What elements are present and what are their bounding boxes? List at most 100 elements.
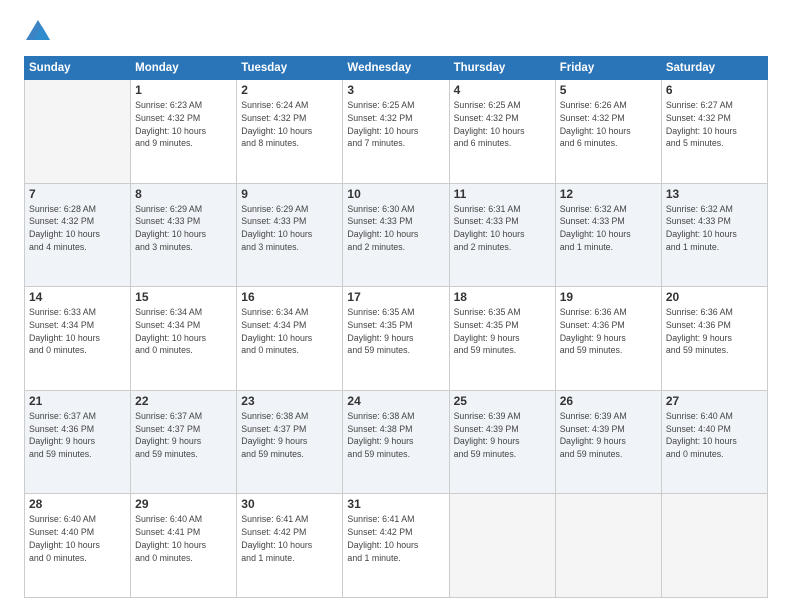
calendar-cell: 7 Sunrise: 6:28 AMSunset: 4:32 PMDaylight… [25,183,131,287]
day-info: Sunrise: 6:27 AMSunset: 4:32 PMDaylight:… [666,99,763,150]
day-info: Sunrise: 6:36 AMSunset: 4:36 PMDaylight:… [560,306,657,357]
calendar-cell: 2Sunrise: 6:24 AMSunset: 4:32 PMDaylight… [237,80,343,184]
day-info: Sunrise: 6:37 AMSunset: 4:36 PMDaylight:… [29,410,126,461]
calendar-week-row: 28 Sunrise: 6:40 AMSunset: 4:40 PMDayligh… [25,494,768,598]
calendar-cell: 14 Sunrise: 6:33 AMSunset: 4:34 PMDayligh… [25,287,131,391]
day-number: 7 [29,187,126,201]
calendar-cell: 13 Sunrise: 6:32 AMSunset: 4:33 PMDayligh… [661,183,767,287]
calendar-week-row: 7 Sunrise: 6:28 AMSunset: 4:32 PMDaylight… [25,183,768,287]
day-info: Sunrise: 6:32 AMSunset: 4:33 PMDaylight:… [560,203,657,254]
day-number: 6 [666,83,763,97]
day-number: 21 [29,394,126,408]
day-number: 26 [560,394,657,408]
day-info: Sunrise: 6:30 AMSunset: 4:33 PMDaylight:… [347,203,444,254]
calendar-week-row: 21 Sunrise: 6:37 AMSunset: 4:36 PMDayligh… [25,390,768,494]
calendar-cell [25,80,131,184]
day-number: 9 [241,187,338,201]
calendar-cell: 11 Sunrise: 6:31 AMSunset: 4:33 PMDayligh… [449,183,555,287]
calendar-cell: 31 Sunrise: 6:41 AMSunset: 4:42 PMDayligh… [343,494,449,598]
day-info: Sunrise: 6:28 AMSunset: 4:32 PMDaylight:… [29,203,126,254]
calendar-header-row: SundayMondayTuesdayWednesdayThursdayFrid… [25,57,768,80]
day-number: 12 [560,187,657,201]
day-info: Sunrise: 6:26 AMSunset: 4:32 PMDaylight:… [560,99,657,150]
calendar-cell: 28 Sunrise: 6:40 AMSunset: 4:40 PMDayligh… [25,494,131,598]
day-info: Sunrise: 6:23 AMSunset: 4:32 PMDaylight:… [135,99,232,150]
day-header-tuesday: Tuesday [237,57,343,80]
day-number: 19 [560,290,657,304]
logo-icon [24,18,52,46]
day-info: Sunrise: 6:40 AMSunset: 4:41 PMDaylight:… [135,513,232,564]
day-info: Sunrise: 6:34 AMSunset: 4:34 PMDaylight:… [241,306,338,357]
calendar-cell: 6 Sunrise: 6:27 AMSunset: 4:32 PMDaylight… [661,80,767,184]
calendar-cell: 24 Sunrise: 6:38 AMSunset: 4:38 PMDayligh… [343,390,449,494]
day-number: 17 [347,290,444,304]
calendar-cell [555,494,661,598]
calendar-cell: 16 Sunrise: 6:34 AMSunset: 4:34 PMDayligh… [237,287,343,391]
day-header-saturday: Saturday [661,57,767,80]
day-info: Sunrise: 6:37 AMSunset: 4:37 PMDaylight:… [135,410,232,461]
day-info: Sunrise: 6:29 AMSunset: 4:33 PMDaylight:… [135,203,232,254]
day-info: Sunrise: 6:38 AMSunset: 4:37 PMDaylight:… [241,410,338,461]
day-info: Sunrise: 6:25 AMSunset: 4:32 PMDaylight:… [347,99,444,150]
day-number: 4 [454,83,551,97]
day-number: 22 [135,394,232,408]
calendar-week-row: 14 Sunrise: 6:33 AMSunset: 4:34 PMDayligh… [25,287,768,391]
day-number: 16 [241,290,338,304]
day-info: Sunrise: 6:41 AMSunset: 4:42 PMDaylight:… [241,513,338,564]
day-info: Sunrise: 6:39 AMSunset: 4:39 PMDaylight:… [560,410,657,461]
calendar-cell: 21 Sunrise: 6:37 AMSunset: 4:36 PMDayligh… [25,390,131,494]
day-number: 14 [29,290,126,304]
day-header-friday: Friday [555,57,661,80]
day-number: 13 [666,187,763,201]
day-number: 18 [454,290,551,304]
day-number: 25 [454,394,551,408]
day-number: 5 [560,83,657,97]
day-number: 15 [135,290,232,304]
day-number: 3 [347,83,444,97]
day-number: 31 [347,497,444,511]
calendar-cell: 4Sunrise: 6:25 AMSunset: 4:32 PMDaylight… [449,80,555,184]
day-header-wednesday: Wednesday [343,57,449,80]
calendar-cell: 8 Sunrise: 6:29 AMSunset: 4:33 PMDaylight… [131,183,237,287]
day-number: 24 [347,394,444,408]
day-number: 23 [241,394,338,408]
calendar-cell: 30Sunrise: 6:41 AMSunset: 4:42 PMDayligh… [237,494,343,598]
calendar-cell: 9Sunrise: 6:29 AMSunset: 4:33 PMDaylight… [237,183,343,287]
day-number: 1 [135,83,232,97]
calendar-cell: 23 Sunrise: 6:38 AMSunset: 4:37 PMDayligh… [237,390,343,494]
day-header-monday: Monday [131,57,237,80]
day-number: 10 [347,187,444,201]
day-header-thursday: Thursday [449,57,555,80]
day-number: 28 [29,497,126,511]
calendar-table: SundayMondayTuesdayWednesdayThursdayFrid… [24,56,768,598]
day-info: Sunrise: 6:36 AMSunset: 4:36 PMDaylight:… [666,306,763,357]
day-header-sunday: Sunday [25,57,131,80]
day-number: 20 [666,290,763,304]
page: SundayMondayTuesdayWednesdayThursdayFrid… [0,0,792,612]
day-number: 8 [135,187,232,201]
day-info: Sunrise: 6:41 AMSunset: 4:42 PMDaylight:… [347,513,444,564]
calendar-cell: 10 Sunrise: 6:30 AMSunset: 4:33 PMDayligh… [343,183,449,287]
calendar-cell: 12 Sunrise: 6:32 AMSunset: 4:33 PMDayligh… [555,183,661,287]
calendar-cell: 25Sunrise: 6:39 AMSunset: 4:39 PMDayligh… [449,390,555,494]
calendar-cell: 20 Sunrise: 6:36 AMSunset: 4:36 PMDayligh… [661,287,767,391]
calendar-cell: 18 Sunrise: 6:35 AMSunset: 4:35 PMDayligh… [449,287,555,391]
day-info: Sunrise: 6:24 AMSunset: 4:32 PMDaylight:… [241,99,338,150]
day-info: Sunrise: 6:40 AMSunset: 4:40 PMDaylight:… [29,513,126,564]
day-number: 11 [454,187,551,201]
calendar-cell: 19 Sunrise: 6:36 AMSunset: 4:36 PMDayligh… [555,287,661,391]
day-number: 29 [135,497,232,511]
calendar-week-row: 1 Sunrise: 6:23 AMSunset: 4:32 PMDaylight… [25,80,768,184]
day-info: Sunrise: 6:40 AMSunset: 4:40 PMDaylight:… [666,410,763,461]
calendar-cell: 1 Sunrise: 6:23 AMSunset: 4:32 PMDaylight… [131,80,237,184]
day-info: Sunrise: 6:31 AMSunset: 4:33 PMDaylight:… [454,203,551,254]
day-info: Sunrise: 6:34 AMSunset: 4:34 PMDaylight:… [135,306,232,357]
day-info: Sunrise: 6:33 AMSunset: 4:34 PMDaylight:… [29,306,126,357]
day-info: Sunrise: 6:32 AMSunset: 4:33 PMDaylight:… [666,203,763,254]
calendar-cell: 3 Sunrise: 6:25 AMSunset: 4:32 PMDaylight… [343,80,449,184]
day-info: Sunrise: 6:38 AMSunset: 4:38 PMDaylight:… [347,410,444,461]
day-info: Sunrise: 6:35 AMSunset: 4:35 PMDaylight:… [454,306,551,357]
logo [24,18,56,46]
calendar-cell [449,494,555,598]
calendar-cell: 5 Sunrise: 6:26 AMSunset: 4:32 PMDaylight… [555,80,661,184]
